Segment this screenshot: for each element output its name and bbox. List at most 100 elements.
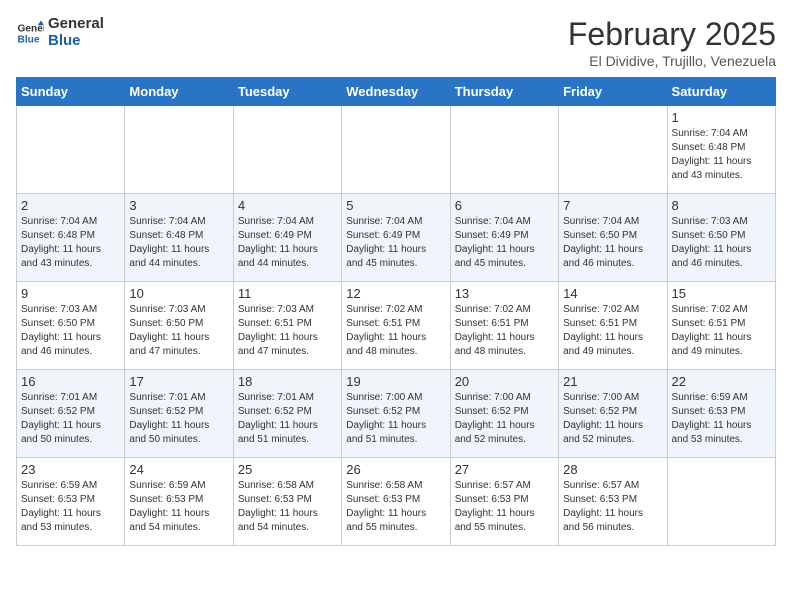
day-info: Sunrise: 7:01 AM Sunset: 6:52 PM Dayligh… — [129, 391, 228, 447]
calendar-table: SundayMondayTuesdayWednesdayThursdayFrid… — [16, 77, 776, 546]
day-info: Sunrise: 7:00 AM Sunset: 6:52 PM Dayligh… — [346, 391, 445, 447]
day-info: Sunrise: 7:03 AM Sunset: 6:50 PM Dayligh… — [21, 303, 120, 359]
location-subtitle: El Dividive, Trujillo, Venezuela — [568, 53, 776, 69]
day-info: Sunrise: 7:03 AM Sunset: 6:50 PM Dayligh… — [672, 215, 771, 271]
day-cell — [559, 106, 667, 194]
logo: General Blue General Blue — [16, 16, 104, 49]
header-cell-friday: Friday — [559, 78, 667, 106]
day-number: 15 — [672, 286, 771, 301]
day-number: 18 — [238, 374, 337, 389]
day-cell: 14Sunrise: 7:02 AM Sunset: 6:51 PM Dayli… — [559, 282, 667, 370]
day-info: Sunrise: 7:00 AM Sunset: 6:52 PM Dayligh… — [563, 391, 662, 447]
day-cell: 18Sunrise: 7:01 AM Sunset: 6:52 PM Dayli… — [233, 370, 341, 458]
week-row-2: 2 Sunrise: 7:04 AM Sunset: 6:48 PM Daylig… — [17, 194, 776, 282]
day-info: Sunrise: 7:04 AM Sunset: 6:48 PM Dayligh… — [21, 215, 120, 271]
day-cell: 2 Sunrise: 7:04 AM Sunset: 6:48 PM Daylig… — [17, 194, 125, 282]
day-cell — [233, 106, 341, 194]
day-number: 11 — [238, 286, 337, 301]
day-number: 21 — [563, 374, 662, 389]
day-cell: 6 Sunrise: 7:04 AM Sunset: 6:49 PM Daylig… — [450, 194, 558, 282]
day-info: Sunrise: 6:59 AM Sunset: 6:53 PM Dayligh… — [672, 391, 771, 447]
day-number: 17 — [129, 374, 228, 389]
day-number: 6 — [455, 198, 554, 213]
day-info: Sunrise: 7:04 AM Sunset: 6:48 PM Dayligh… — [129, 215, 228, 271]
month-title: February 2025 — [568, 16, 776, 53]
day-info: Sunrise: 7:03 AM Sunset: 6:51 PM Dayligh… — [238, 303, 337, 359]
day-cell — [450, 106, 558, 194]
day-cell: 7Sunrise: 7:04 AM Sunset: 6:50 PM Daylig… — [559, 194, 667, 282]
week-row-4: 16 Sunrise: 7:01 AM Sunset: 6:52 PM Dayli… — [17, 370, 776, 458]
day-number: 1 — [672, 110, 771, 125]
day-cell: 20 Sunrise: 7:00 AM Sunset: 6:52 PM Dayli… — [450, 370, 558, 458]
week-row-1: 1 Sunrise: 7:04 AM Sunset: 6:48 PM Daylig… — [17, 106, 776, 194]
logo-general-text: General — [48, 16, 104, 33]
day-number: 10 — [129, 286, 228, 301]
week-row-3: 9 Sunrise: 7:03 AM Sunset: 6:50 PM Daylig… — [17, 282, 776, 370]
day-number: 13 — [455, 286, 554, 301]
day-number: 22 — [672, 374, 771, 389]
day-cell: 10Sunrise: 7:03 AM Sunset: 6:50 PM Dayli… — [125, 282, 233, 370]
day-number: 9 — [21, 286, 120, 301]
day-number: 26 — [346, 462, 445, 477]
calendar-body: 1 Sunrise: 7:04 AM Sunset: 6:48 PM Daylig… — [17, 106, 776, 546]
day-number: 25 — [238, 462, 337, 477]
day-cell: 25 Sunrise: 6:58 AM Sunset: 6:53 PM Dayli… — [233, 458, 341, 546]
day-cell: 12Sunrise: 7:02 AM Sunset: 6:51 PM Dayli… — [342, 282, 450, 370]
day-number: 7 — [563, 198, 662, 213]
day-info: Sunrise: 7:04 AM Sunset: 6:48 PM Dayligh… — [672, 127, 771, 183]
week-row-5: 23 Sunrise: 6:59 AM Sunset: 6:53 PM Dayli… — [17, 458, 776, 546]
day-number: 23 — [21, 462, 120, 477]
day-info: Sunrise: 7:00 AM Sunset: 6:52 PM Dayligh… — [455, 391, 554, 447]
day-number: 3 — [129, 198, 228, 213]
day-cell: 8 Sunrise: 7:03 AM Sunset: 6:50 PM Daylig… — [667, 194, 775, 282]
day-cell — [17, 106, 125, 194]
day-cell: 22 Sunrise: 6:59 AM Sunset: 6:53 PM Dayli… — [667, 370, 775, 458]
day-cell: 21 Sunrise: 7:00 AM Sunset: 6:52 PM Dayli… — [559, 370, 667, 458]
header-cell-thursday: Thursday — [450, 78, 558, 106]
day-number: 19 — [346, 374, 445, 389]
day-number: 20 — [455, 374, 554, 389]
header-cell-monday: Monday — [125, 78, 233, 106]
day-info: Sunrise: 7:02 AM Sunset: 6:51 PM Dayligh… — [455, 303, 554, 359]
day-cell: 24 Sunrise: 6:59 AM Sunset: 6:53 PM Dayli… — [125, 458, 233, 546]
header-cell-sunday: Sunday — [17, 78, 125, 106]
day-info: Sunrise: 7:02 AM Sunset: 6:51 PM Dayligh… — [672, 303, 771, 359]
day-cell: 23 Sunrise: 6:59 AM Sunset: 6:53 PM Dayli… — [17, 458, 125, 546]
day-number: 24 — [129, 462, 228, 477]
day-number: 16 — [21, 374, 120, 389]
day-number: 4 — [238, 198, 337, 213]
day-info: Sunrise: 7:01 AM Sunset: 6:52 PM Dayligh… — [21, 391, 120, 447]
day-cell: 19 Sunrise: 7:00 AM Sunset: 6:52 PM Dayli… — [342, 370, 450, 458]
header-cell-tuesday: Tuesday — [233, 78, 341, 106]
day-cell: 5Sunrise: 7:04 AM Sunset: 6:49 PM Daylig… — [342, 194, 450, 282]
page-header: General Blue General Blue February 2025 … — [16, 16, 776, 69]
day-number: 28 — [563, 462, 662, 477]
day-info: Sunrise: 6:58 AM Sunset: 6:53 PM Dayligh… — [238, 479, 337, 535]
day-number: 27 — [455, 462, 554, 477]
day-cell: 4 Sunrise: 7:04 AM Sunset: 6:49 PM Daylig… — [233, 194, 341, 282]
day-number: 5 — [346, 198, 445, 213]
day-info: Sunrise: 6:57 AM Sunset: 6:53 PM Dayligh… — [455, 479, 554, 535]
day-info: Sunrise: 6:57 AM Sunset: 6:53 PM Dayligh… — [563, 479, 662, 535]
day-cell: 17 Sunrise: 7:01 AM Sunset: 6:52 PM Dayli… — [125, 370, 233, 458]
logo-icon: General Blue — [16, 19, 44, 47]
logo-blue-text: Blue — [48, 33, 104, 50]
day-cell — [342, 106, 450, 194]
day-cell: 16 Sunrise: 7:01 AM Sunset: 6:52 PM Dayli… — [17, 370, 125, 458]
day-info: Sunrise: 6:59 AM Sunset: 6:53 PM Dayligh… — [21, 479, 120, 535]
day-number: 2 — [21, 198, 120, 213]
day-cell: 1 Sunrise: 7:04 AM Sunset: 6:48 PM Daylig… — [667, 106, 775, 194]
day-cell — [125, 106, 233, 194]
header-cell-wednesday: Wednesday — [342, 78, 450, 106]
calendar-header: SundayMondayTuesdayWednesdayThursdayFrid… — [17, 78, 776, 106]
day-info: Sunrise: 7:04 AM Sunset: 6:49 PM Dayligh… — [455, 215, 554, 271]
day-info: Sunrise: 7:02 AM Sunset: 6:51 PM Dayligh… — [563, 303, 662, 359]
title-block: February 2025 El Dividive, Trujillo, Ven… — [568, 16, 776, 69]
day-info: Sunrise: 6:59 AM Sunset: 6:53 PM Dayligh… — [129, 479, 228, 535]
day-cell: 11 Sunrise: 7:03 AM Sunset: 6:51 PM Dayli… — [233, 282, 341, 370]
day-number: 8 — [672, 198, 771, 213]
day-cell — [667, 458, 775, 546]
day-cell: 28 Sunrise: 6:57 AM Sunset: 6:53 PM Dayli… — [559, 458, 667, 546]
day-info: Sunrise: 7:04 AM Sunset: 6:49 PM Dayligh… — [238, 215, 337, 271]
day-cell: 27 Sunrise: 6:57 AM Sunset: 6:53 PM Dayli… — [450, 458, 558, 546]
